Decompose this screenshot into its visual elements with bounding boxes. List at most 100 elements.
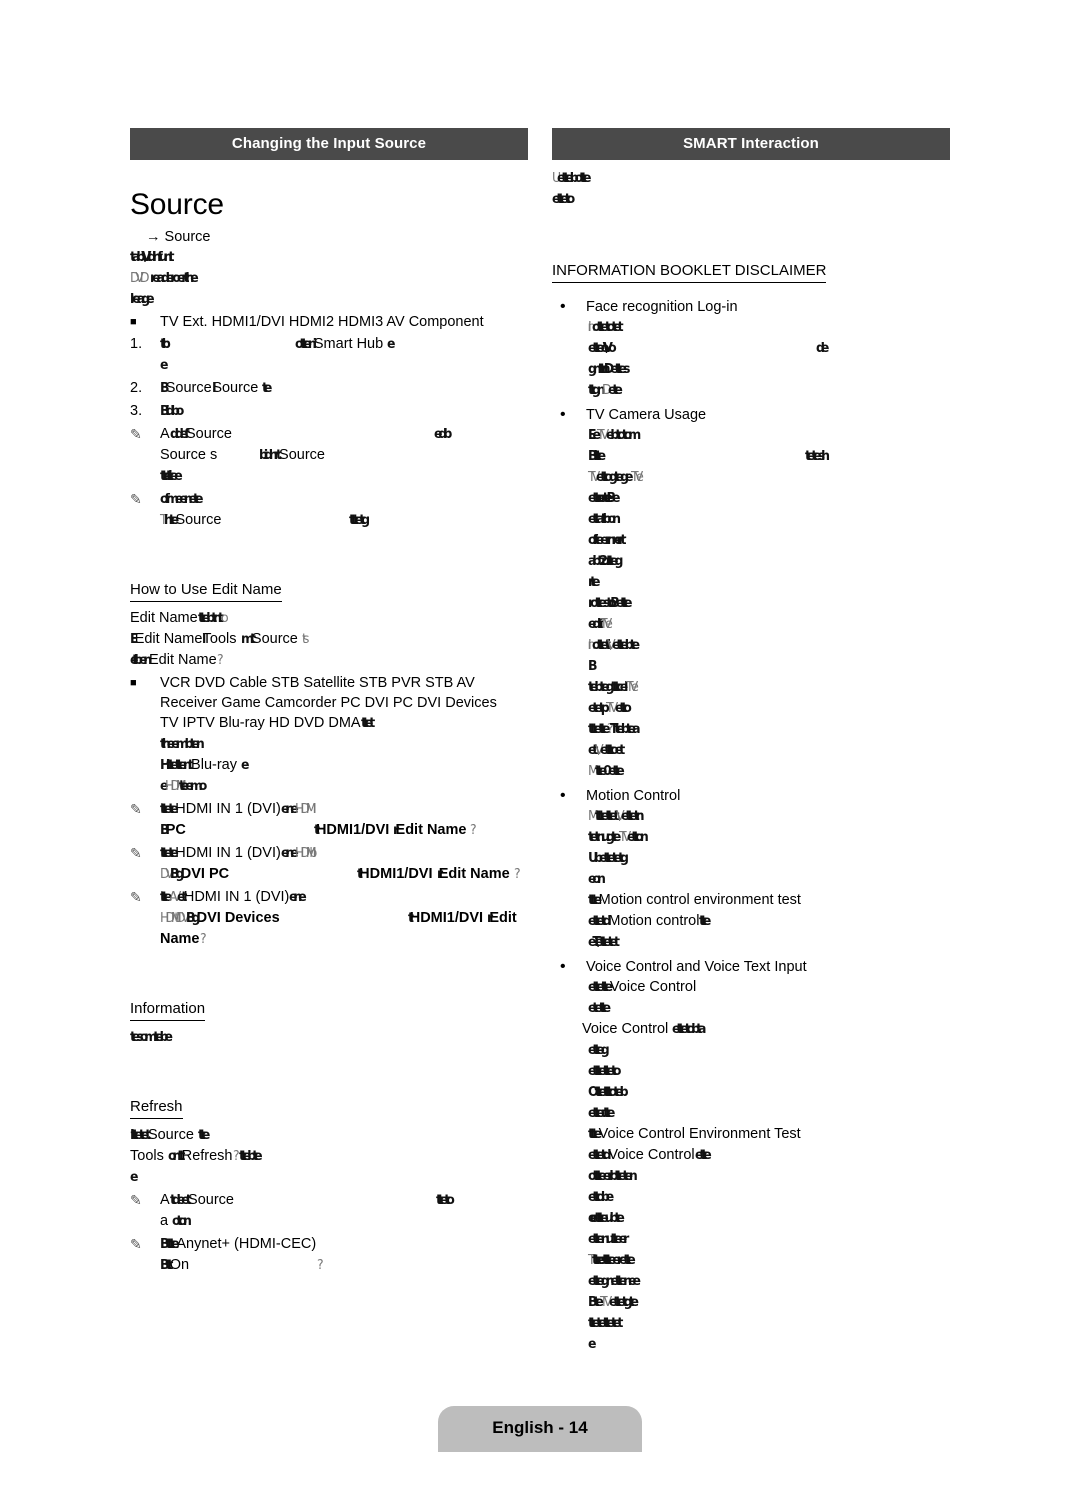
voice-control-label: Voice Control (582, 1021, 669, 1037)
pencil-icon: ✎ (130, 845, 142, 861)
garbled-text: DVI (175, 911, 190, 926)
garbled-text: lreage (130, 292, 155, 307)
source-list-values: TV Ext. HDMI1/DVI HDMI2 HDMI3 AV Compone… (160, 314, 484, 330)
garbled-text: ttebtnt (197, 611, 224, 626)
garbled-text: In (588, 320, 595, 335)
voice-control-label: Voice Control (609, 979, 697, 995)
garbled-text: I (211, 381, 215, 396)
garbled-text: B (160, 823, 169, 838)
hdmi1-dvi-label: HDMI1/DVI (409, 910, 484, 926)
garbled-text: TV (588, 470, 600, 485)
subheading-disclaimer: INFORMATION BOOKLET DISCLAIMER (552, 262, 827, 283)
garbled-text: tttette (588, 722, 611, 737)
garbled-line: etteu tte (588, 1103, 950, 1124)
round-bullet-icon: • (560, 958, 566, 975)
garbled-text: t (407, 911, 414, 926)
garbled-text: ottetotet (591, 320, 624, 335)
garbled-text: tte ettteerette (591, 1253, 636, 1268)
garbled-line: gnttn Dettes (588, 359, 950, 380)
garbled-text: r (487, 911, 494, 926)
page-footer: English - 14 (0, 1406, 1080, 1452)
garbled-text: e (588, 1337, 596, 1352)
garbled-text: ddef (169, 427, 190, 442)
garbled-text: TV (618, 830, 631, 845)
step-label: Source (212, 380, 259, 396)
garbled-text: tte (197, 1128, 210, 1143)
garbled-text: ettogtege (596, 470, 633, 485)
garbled-text: te (262, 381, 272, 396)
garbled-line: eon (588, 869, 950, 890)
garbled-line: Inotteti\Vettebte (588, 635, 950, 656)
garbled-text: etteu tte (588, 1106, 615, 1121)
garbled-line: EeTVebtotom (588, 425, 950, 446)
garbled-line: abt2 utteg (588, 551, 950, 572)
garbled-line: Ttte ettteerette (588, 1250, 950, 1271)
note-item: ✎ ItteteHDMI IN 1 (DVI)eneHDMI BPC tHDMI… (130, 799, 528, 841)
garbled-text: Ttebtea (610, 722, 640, 737)
garbled-text: ettetd (588, 914, 612, 929)
pc-label: PC (165, 822, 186, 838)
garbled-text: TV e (625, 680, 639, 695)
garbled-text: ? (513, 867, 520, 882)
disclaimer-item: • Face recognition Log-in (552, 297, 950, 317)
note-content: AddefSource edb Source s bidnrtSource tt… (160, 424, 528, 487)
right-column-body: Uettebotte etteto INFORMATION BOOKLET DI… (552, 160, 950, 1355)
garbled-line: etto ete Be (588, 488, 950, 509)
garbled-line: DVD readeroerthe (130, 268, 528, 289)
refresh-line: IttetetSource tte (130, 1125, 528, 1146)
garbled-text: e (130, 1170, 138, 1185)
garbled-line: etteg (588, 1040, 950, 1061)
garbled-text: etto (614, 701, 632, 716)
garbled-line: ofteernn ert (588, 530, 950, 551)
right-column: SMART Interaction Uettebotte etteto INFO… (552, 128, 950, 1355)
garbled-text: tdeet (169, 1193, 192, 1208)
garbled-text: ettebte (612, 638, 640, 653)
source-list-row: ■ TV Ext. HDMI1/DVI HDMI2 HDMI3 AV Compo… (130, 312, 528, 332)
garbled-text: ? (317, 1258, 323, 1273)
garbled-text: ene (289, 890, 307, 905)
garbled-text: tte0ette (595, 764, 625, 779)
garbled-line: etette (588, 998, 950, 1019)
garbled-text: etttoet (599, 743, 625, 758)
item-label: Motion Control (586, 788, 681, 804)
garbled-text: HDMI I (164, 779, 183, 794)
section-header-changing-input-source: Changing the Input Source (130, 128, 528, 160)
subheading-edit-name: How to Use Edit Name (130, 581, 282, 602)
hdmi-port-label: HDMI IN 1 (DVI) (175, 801, 281, 817)
voice-control-line: ettetteVoice Control (588, 977, 950, 998)
garbled-line: Mtte0ette (588, 761, 950, 782)
note-content: ItteAVetHDMI IN 1 (DVI)ene HDMI tDVIBgDV… (160, 887, 528, 950)
garbled-text: Bte (588, 1295, 604, 1310)
garbled-text: etetp (588, 701, 610, 716)
garbled-text: eT \ettetet (588, 935, 620, 950)
edit-name-label: Edit Name (395, 822, 467, 838)
voice-control-line: Voice Control ettetobta (582, 1019, 950, 1040)
garbled-text: \V (594, 743, 604, 758)
note-content: ofmeenete ThteSource tttetg (160, 489, 528, 531)
garbled-text: Bitte (588, 449, 606, 464)
garbled-text: E (130, 632, 138, 647)
garbled-text: ette (694, 1148, 712, 1163)
garbled-text: ttte (588, 1127, 602, 1142)
subheading-information: Information (130, 1000, 206, 1021)
garbled-line: rte (588, 572, 950, 593)
left-column-body: Source → Source tab\Vidinfunt DVD reader… (130, 160, 528, 1276)
garbled-text: etteg (588, 1043, 610, 1058)
garbled-text: ettette (588, 980, 613, 995)
garbled-prefix: DVD (130, 271, 150, 286)
garbled-text: tttettet (595, 809, 620, 824)
garbled-text: Ittetet (130, 1128, 151, 1143)
device-line: VCR DVD Cable STB Satellite STB PVR STB … (160, 675, 475, 691)
garbled-text: etto ete Be (588, 491, 620, 506)
garbled-text: r (436, 867, 444, 882)
hdmi-port-label: HDMI IN 1 (DVI) (183, 889, 290, 905)
garbled-line: etttetteto (588, 1061, 950, 1082)
garbled-line: Ubettetetg (588, 848, 950, 869)
garbled-text: ottteerbtteten (588, 1169, 638, 1184)
garbled-text: tebtegtttcel (588, 680, 628, 695)
note-item: ✎ ItteteHDMI IN 1 (DVI)eneHDMI b DVIBgDV… (130, 843, 528, 885)
garbled-text: etteo \Vo (588, 341, 617, 356)
garbled-line: tebtegtttcel TV e (588, 677, 950, 698)
garbled-line: B (588, 656, 950, 677)
garbled-text: hte (163, 513, 179, 528)
